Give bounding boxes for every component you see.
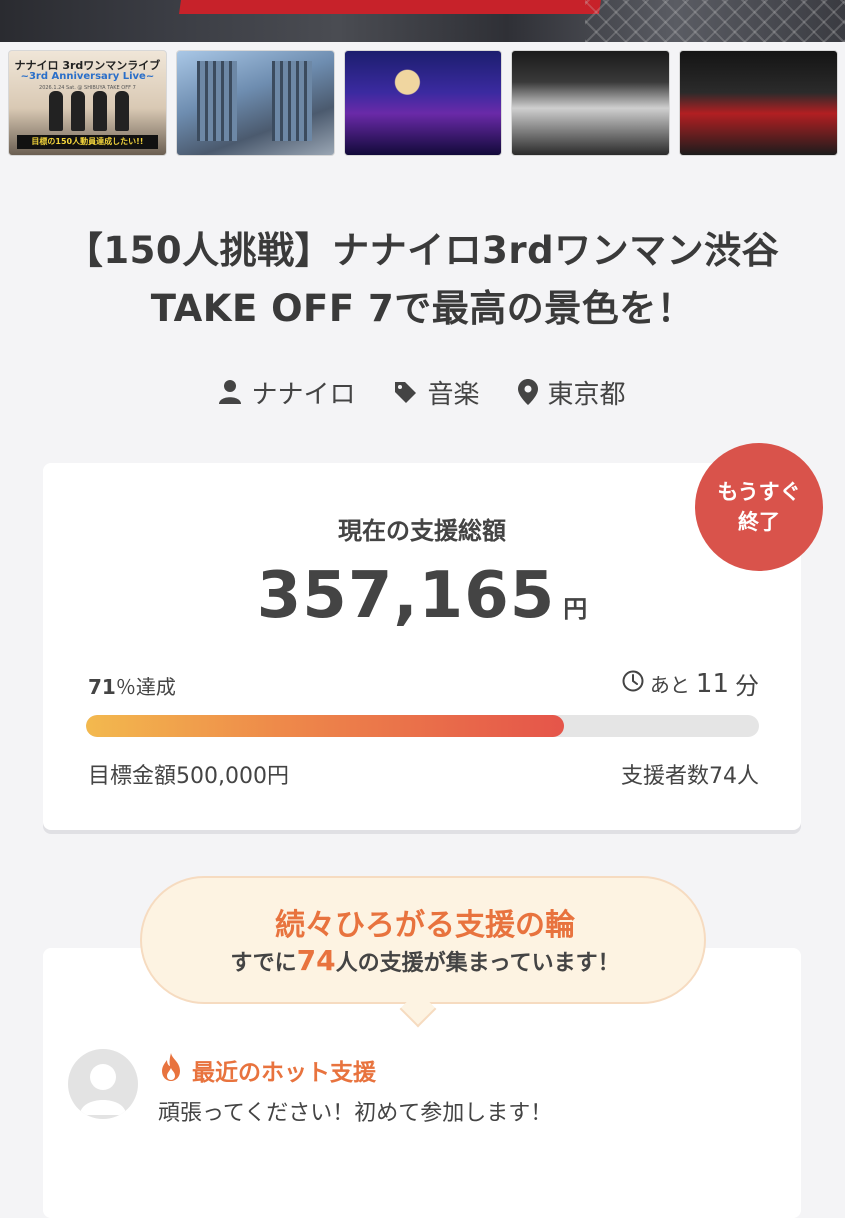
thumbnail-person xyxy=(115,91,129,131)
thumbnail-strip: ナナイロ 3rdワンマンライブ ~3rd Anniversary Live~ 2… xyxy=(8,50,838,156)
thumbnail-2[interactable] xyxy=(175,50,335,156)
building-shape xyxy=(196,61,237,141)
currency-unit: 円 xyxy=(563,595,588,623)
location-name: 東京都 xyxy=(547,379,626,410)
thumbnail-banner: 目標の150人動員達成したい!! xyxy=(17,135,158,149)
thumbnail-5[interactable] xyxy=(679,50,838,156)
support-ring-title: 続々ひろがる支援の輪 xyxy=(275,908,575,943)
remaining-value: 11 xyxy=(695,668,729,699)
thumbnail-person xyxy=(71,91,85,131)
goal-amount: 目標金額500,000円 xyxy=(88,764,289,789)
thumbnail-date: 2026.1.24 Sat. @ SHIBUYA TAKE OFF 7 xyxy=(39,85,136,91)
support-ring-subtitle: すでに74人の支援が集まっています！ xyxy=(142,944,708,977)
achievement-percent: 71％達成 xyxy=(88,671,176,700)
user-icon xyxy=(219,380,242,404)
creator-name: ナナイロ xyxy=(251,379,356,410)
location-link[interactable]: 東京都 xyxy=(517,374,626,411)
backer-count: 支援者数74人 xyxy=(621,764,759,789)
hero-banner xyxy=(179,0,601,14)
support-ring-bubble: 続々ひろがる支援の輪 すでに74人の支援が集まっています！ xyxy=(140,876,706,1004)
thumbnail-subtitle: ~3rd Anniversary Live~ xyxy=(20,71,155,82)
project-meta: ナナイロ 音楽 東京都 xyxy=(0,374,845,410)
thumbnail-person xyxy=(93,91,107,131)
funding-card: 現在の支援総額 357,165 円 71％達成 あと 11 分 目標金額500,0… xyxy=(43,463,801,830)
thumbnail-1[interactable]: ナナイロ 3rdワンマンライブ ~3rd Anniversary Live~ 2… xyxy=(8,50,167,156)
time-remaining: あと 11 分 xyxy=(622,666,759,701)
percent-suffix: ％達成 xyxy=(115,675,176,699)
clock-icon xyxy=(622,670,644,697)
tag-icon xyxy=(393,380,417,404)
support-count: 74 xyxy=(296,944,336,977)
badge-line-2: 終了 xyxy=(738,510,780,534)
percent-value: 71 xyxy=(88,675,116,699)
total-amount: 357,165 円 xyxy=(43,559,801,633)
hot-support-label: 最近のホット支援 xyxy=(158,1052,376,1088)
progress-bar xyxy=(86,715,759,737)
hot-label-text: 最近のホット支援 xyxy=(192,1060,376,1086)
badge-line-1: もうすぐ xyxy=(717,480,801,504)
hero-background-fence xyxy=(585,0,845,42)
building-shape xyxy=(271,61,312,141)
thumbnail-4[interactable] xyxy=(511,50,671,156)
total-label: 現在の支援総額 xyxy=(338,517,506,545)
creator-link[interactable]: ナナイロ xyxy=(219,374,355,411)
total-amount-value: 357,165 xyxy=(256,559,556,633)
ending-soon-badge: もうすぐ 終了 xyxy=(695,443,823,571)
flame-icon xyxy=(158,1052,184,1088)
location-pin-icon xyxy=(517,379,538,405)
remaining-unit: 分 xyxy=(735,672,759,700)
remaining-prefix: あと xyxy=(649,673,690,697)
progress-bar-fill xyxy=(86,715,564,737)
avatar-placeholder-icon xyxy=(68,1049,138,1119)
support-sub-prefix: すでに xyxy=(230,951,297,976)
category-link[interactable]: 音楽 xyxy=(393,374,480,411)
thumbnail-person xyxy=(49,91,63,131)
support-sub-suffix: 人の支援が集まっています！ xyxy=(335,951,620,976)
hot-support-comment: 頑張ってください！初めて参加します！ xyxy=(158,1101,553,1126)
thumbnail-3[interactable] xyxy=(343,50,503,156)
hero-image xyxy=(0,0,845,42)
project-title: 【150人挑戦】ナナイロ3rdワンマン渋谷TAKE OFF 7で最高の景色を！ xyxy=(65,229,780,330)
category-name: 音楽 xyxy=(427,379,480,410)
